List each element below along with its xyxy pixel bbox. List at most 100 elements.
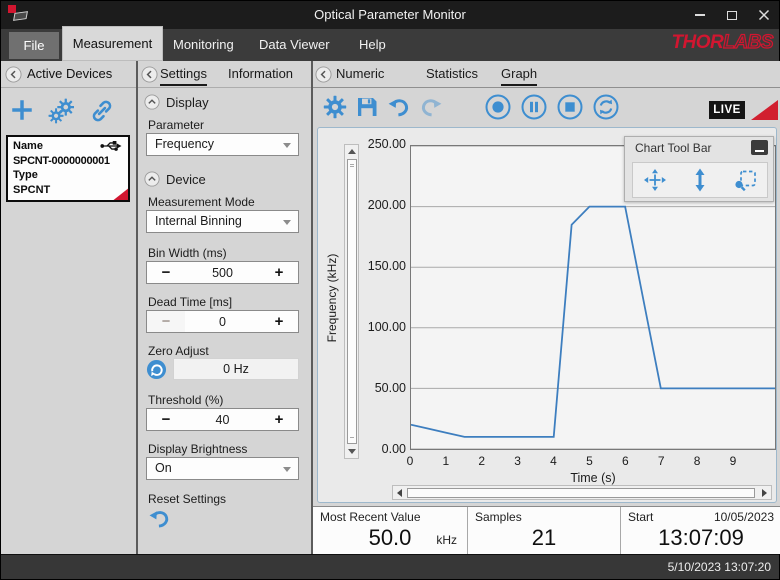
start-label: Start — [628, 510, 653, 524]
logo-part-labs: LABS — [723, 32, 773, 53]
chart-vertical-scrollbar[interactable] — [344, 144, 359, 459]
plus-icon — [12, 100, 32, 120]
device-type: SPCNT — [13, 183, 123, 198]
undo-button[interactable] — [387, 95, 411, 119]
auto-restart-button[interactable] — [592, 93, 620, 121]
bin-width-increase-button[interactable]: + — [260, 262, 298, 283]
scroll-down-button[interactable] — [345, 445, 358, 458]
collapse-panel-button[interactable] — [5, 66, 22, 83]
most-recent-value-cell: Most Recent Value 50.0 kHz — [313, 507, 468, 554]
reset-settings-label: Reset Settings — [148, 492, 226, 506]
dead-time-value[interactable]: 0 — [185, 311, 260, 332]
logo-part-thor: THOR — [671, 32, 723, 53]
connect-device-button[interactable] — [89, 98, 115, 124]
device-name-label: Name — [13, 139, 43, 154]
pan-tool-button[interactable] — [643, 168, 667, 192]
y-tick-label: 200.00 — [358, 198, 406, 212]
menu-item-monitoring[interactable]: Monitoring — [173, 29, 234, 61]
y-tick-label: 50.00 — [358, 381, 406, 395]
chart-tool-bar-header[interactable]: Chart Tool Bar — [625, 137, 773, 161]
minimize-icon — [695, 14, 705, 16]
zoom-region-tool-button[interactable] — [733, 168, 757, 192]
samples-value: 21 — [468, 525, 620, 551]
redo-button[interactable] — [419, 95, 443, 119]
close-icon — [758, 9, 770, 21]
refresh-icon — [147, 359, 166, 378]
pause-icon — [523, 96, 546, 119]
parameter-select[interactable]: Frequency — [146, 133, 299, 156]
display-section-header[interactable]: Display — [144, 94, 209, 110]
tab-information[interactable]: Information — [228, 66, 293, 84]
redo-icon — [423, 100, 441, 115]
menu-item-measurement[interactable]: Measurement — [62, 26, 163, 61]
horizontal-scroll-thumb[interactable] — [407, 488, 755, 498]
maximize-button[interactable] — [723, 6, 741, 24]
add-device-button[interactable] — [9, 97, 35, 123]
device-card[interactable]: Name SPCNT-0000000001 Type SPCNT — [6, 135, 130, 202]
zero-adjust-field[interactable]: 0 Hz — [173, 358, 299, 380]
bin-width-decrease-button[interactable]: − — [147, 262, 185, 283]
close-button[interactable] — [755, 6, 773, 24]
stop-button[interactable] — [556, 93, 584, 121]
bin-width-value[interactable]: 500 — [185, 262, 260, 283]
scroll-left-button[interactable] — [393, 486, 406, 499]
dead-time-increase-button[interactable]: + — [260, 311, 298, 332]
chart-settings-button[interactable] — [323, 95, 347, 119]
active-devices-panel: Active Devices Name SPCNT-0000000001 Typ… — [1, 61, 136, 554]
scroll-up-button[interactable] — [345, 145, 358, 158]
chevron-down-icon — [283, 220, 291, 225]
zero-adjust-label: Zero Adjust — [148, 344, 209, 358]
window-title: Optical Parameter Monitor — [1, 1, 779, 29]
minimize-button[interactable] — [691, 6, 709, 24]
chevron-up-circle-icon — [144, 94, 160, 110]
threshold-value[interactable]: 40 — [185, 409, 260, 430]
thumb-grip — [350, 164, 354, 165]
triangle-right-icon — [762, 489, 767, 497]
y-tick-label: 0.00 — [358, 442, 406, 456]
zero-adjust-button[interactable] — [146, 359, 167, 380]
tab-settings[interactable]: Settings — [160, 66, 207, 86]
panel-title: Active Devices — [27, 66, 112, 81]
samples-cell: Samples 21 — [468, 507, 621, 554]
tab-graph[interactable]: Graph — [501, 66, 537, 86]
record-button[interactable] — [484, 93, 512, 121]
tab-statistics[interactable]: Statistics — [426, 66, 478, 84]
chevron-left-icon — [316, 67, 331, 82]
dead-time-label: Dead Time [ms] — [148, 295, 232, 309]
device-settings-button[interactable] — [48, 98, 74, 124]
most-recent-value-unit: kHz — [436, 533, 457, 547]
x-tick-label: 0 — [400, 454, 420, 468]
samples-label: Samples — [475, 510, 522, 524]
menu-item-data-viewer[interactable]: Data Viewer — [259, 29, 330, 61]
status-datetime: 5/10/2023 13:07:20 — [668, 555, 771, 579]
thumb-grip — [350, 166, 354, 167]
vertical-scale-tool-button[interactable] — [688, 168, 712, 192]
menu-item-help[interactable]: Help — [359, 29, 386, 61]
start-time: 13:07:09 — [621, 525, 780, 551]
measurement-mode-select[interactable]: Internal Binning — [146, 210, 299, 233]
scroll-right-button[interactable] — [758, 486, 771, 499]
device-section-header[interactable]: Device — [144, 171, 206, 187]
reset-settings-button[interactable] — [148, 507, 171, 530]
display-brightness-label: Display Brightness — [148, 442, 247, 456]
measurement-footer: Most Recent Value 50.0 kHz Samples 21 St… — [313, 506, 780, 554]
collapse-settings-button[interactable] — [141, 66, 158, 83]
chevron-down-icon — [283, 143, 291, 148]
status-bar: 5/10/2023 13:07:20 — [1, 554, 779, 580]
display-brightness-select[interactable]: On — [146, 457, 299, 480]
x-tick-label: 5 — [579, 454, 599, 468]
menu-item-file[interactable]: File — [9, 32, 59, 59]
dead-time-decrease-button[interactable]: − — [147, 311, 185, 332]
chart-tool-bar-minimize-button[interactable] — [751, 140, 768, 155]
start-date: 10/05/2023 — [714, 510, 774, 524]
collapse-monitor-button[interactable] — [315, 66, 332, 83]
pause-button[interactable] — [520, 93, 548, 121]
chart-horizontal-scrollbar[interactable] — [392, 485, 772, 500]
save-button[interactable] — [355, 95, 379, 119]
tab-numeric[interactable]: Numeric — [336, 66, 384, 84]
parameter-value: Frequency — [155, 137, 214, 151]
vertical-scroll-thumb[interactable] — [347, 159, 357, 444]
threshold-increase-button[interactable]: + — [260, 409, 298, 430]
menu-bar: File Measurement Monitoring Data Viewer … — [1, 29, 779, 61]
threshold-decrease-button[interactable]: − — [147, 409, 185, 430]
